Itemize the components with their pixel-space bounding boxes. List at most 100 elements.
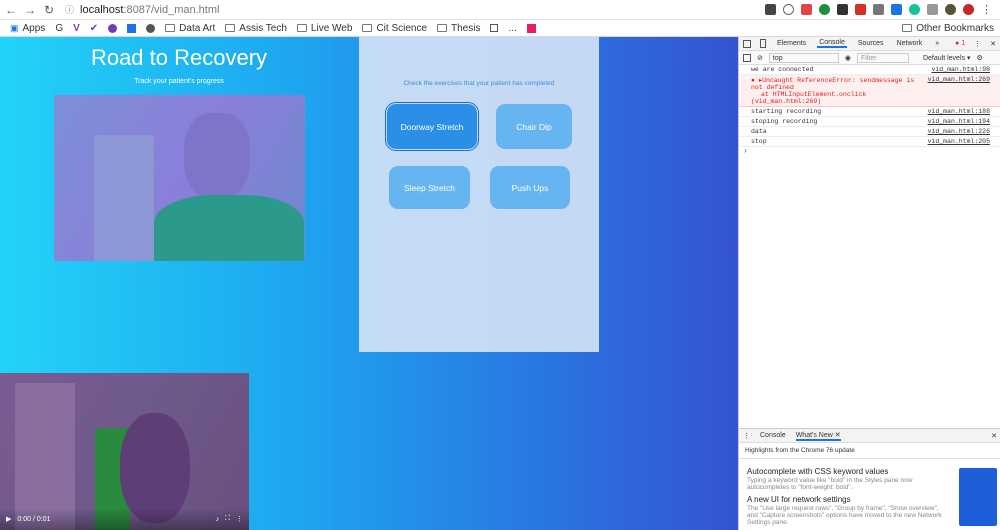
bookmark-label: Apps bbox=[22, 22, 46, 34]
extension-icon[interactable] bbox=[855, 4, 866, 15]
error-badge[interactable]: ● 1 bbox=[955, 40, 965, 47]
console-message: starting recording vid_man.html:188 bbox=[739, 107, 1000, 117]
close-drawer-icon[interactable]: ✕ bbox=[991, 432, 997, 440]
bookmark-label: G bbox=[55, 22, 64, 34]
log-stack-trace: at HTMLInputElement.onclick (vid_man.htm… bbox=[751, 91, 867, 105]
error-icon: ● bbox=[955, 40, 960, 47]
tab-console[interactable]: Console bbox=[817, 39, 847, 48]
log-source-link[interactable]: vid_man.html:98 bbox=[931, 66, 990, 73]
more-options-icon[interactable]: ⋮ bbox=[236, 515, 243, 523]
bookmark-folder-assis-tech[interactable]: Assis Tech bbox=[225, 23, 287, 34]
extension-icon[interactable] bbox=[927, 4, 938, 15]
devtools-tabs: Elements Console Sources Network » ● 1 ⋮… bbox=[739, 37, 1000, 51]
clear-console-icon[interactable]: ⊘ bbox=[757, 54, 763, 62]
log-text: stop bbox=[751, 138, 767, 145]
bookmark-other[interactable]: Other Bookmarks bbox=[902, 23, 994, 34]
console-prompt[interactable]: › bbox=[739, 147, 1000, 156]
context-select[interactable]: top bbox=[768, 52, 839, 63]
log-source-link[interactable]: vid_man.html:205 bbox=[928, 138, 990, 145]
bookmark-more[interactable]: ... bbox=[508, 23, 516, 34]
devtools-menu-icon[interactable]: ⋮ bbox=[974, 40, 981, 48]
tab-more[interactable]: » bbox=[933, 40, 941, 47]
folder-icon bbox=[225, 24, 236, 32]
bookmark-label: Data Art bbox=[179, 22, 216, 34]
browser-toolbar: ← → ↻ ⓘ localhost:8087/vid_man.html ⋮ bbox=[0, 0, 1000, 20]
info-icon: ⓘ bbox=[65, 5, 75, 15]
log-text: data bbox=[751, 128, 767, 135]
push-ups-button[interactable]: Push Ups bbox=[490, 166, 570, 209]
camera-icon[interactable] bbox=[765, 4, 776, 15]
inspect-icon[interactable] bbox=[743, 39, 751, 48]
extension-icon[interactable] bbox=[837, 4, 848, 15]
bookmark-apps[interactable]: ▣ Apps bbox=[10, 23, 45, 34]
bookmark-icon[interactable] bbox=[127, 23, 137, 33]
log-text[interactable]: ▸Uncaught ReferenceError: sendmessage is… bbox=[751, 77, 914, 91]
drawer-tab-whats-new[interactable]: What's New ✕ bbox=[795, 431, 841, 441]
device-toolbar-icon[interactable] bbox=[760, 39, 766, 48]
extension-icon[interactable] bbox=[963, 4, 974, 15]
settings-gear-icon[interactable]: ⚙ bbox=[976, 54, 982, 62]
bookmark-icon[interactable]: ✔ bbox=[90, 23, 98, 34]
log-text: we are connected bbox=[751, 66, 814, 73]
bookmark-icon[interactable] bbox=[490, 24, 499, 32]
star-icon[interactable] bbox=[783, 4, 794, 15]
forward-icon[interactable]: → bbox=[22, 2, 38, 18]
extension-pocket-icon[interactable] bbox=[801, 4, 812, 15]
drawer-menu-icon[interactable]: ⋮ bbox=[743, 432, 750, 440]
sleep-stretch-button[interactable]: Sleep Stretch bbox=[389, 166, 470, 209]
extension-icon[interactable] bbox=[873, 4, 884, 15]
web-page: Road to Recovery Track your patient's pr… bbox=[0, 37, 738, 530]
menu-icon[interactable]: ⋮ bbox=[981, 3, 992, 16]
bookmark-icon[interactable] bbox=[526, 23, 536, 33]
volume-icon[interactable]: ♪ bbox=[216, 516, 220, 523]
log-source-link[interactable]: vid_man.html:226 bbox=[928, 128, 990, 135]
video-time: 0:00 / 0:01 bbox=[17, 515, 51, 523]
tab-network[interactable]: Network bbox=[895, 40, 925, 47]
play-icon[interactable]: ▶ bbox=[6, 515, 11, 523]
console-message: stop vid_man.html:205 bbox=[739, 137, 1000, 147]
bookmark-folder-live-web[interactable]: Live Web bbox=[296, 22, 353, 34]
console-message: data vid_man.html:226 bbox=[739, 127, 1000, 137]
avatar[interactable] bbox=[945, 4, 956, 15]
doorway-stretch-button[interactable]: Doorway Stretch bbox=[385, 102, 479, 151]
log-source-link[interactable]: vid_man.html:194 bbox=[928, 118, 990, 125]
bookmark-icon[interactable] bbox=[146, 23, 156, 33]
log-source-link[interactable]: vid_man.html:188 bbox=[928, 108, 990, 115]
extension-icon[interactable] bbox=[891, 4, 902, 15]
webcam-video[interactable] bbox=[54, 95, 305, 261]
tab-elements[interactable]: Elements bbox=[775, 40, 808, 47]
close-icon[interactable]: ✕ bbox=[835, 432, 841, 439]
eye-icon[interactable]: ◉ bbox=[845, 54, 851, 62]
log-text: stoping recording bbox=[751, 118, 818, 125]
exercise-panel: Check the exercises that your patient ha… bbox=[359, 37, 599, 352]
grammarly-icon[interactable] bbox=[909, 4, 920, 15]
filter-input[interactable]: Filter bbox=[856, 52, 909, 63]
tab-sources[interactable]: Sources bbox=[856, 40, 886, 47]
bookmark-g[interactable]: G bbox=[55, 23, 63, 34]
log-text: starting recording bbox=[751, 108, 822, 115]
bookmark-icon[interactable]: V bbox=[73, 23, 80, 34]
folder-icon bbox=[165, 24, 176, 32]
url-host: localhost bbox=[80, 3, 124, 16]
devtools-drawer: ⋮ Console What's New ✕ ✕ Highlights from… bbox=[739, 428, 1000, 530]
bookmark-folder-data-art[interactable]: Data Art bbox=[165, 23, 215, 34]
extension-icon[interactable] bbox=[819, 4, 830, 15]
drawer-tab-console[interactable]: Console bbox=[760, 432, 786, 439]
levels-select[interactable]: Default levels ▾ bbox=[923, 54, 971, 62]
back-icon[interactable]: ← bbox=[3, 2, 19, 18]
reload-icon[interactable]: ↻ bbox=[41, 2, 57, 18]
sidebar-toggle-icon[interactable] bbox=[743, 53, 751, 62]
chrome-logo-image bbox=[959, 468, 997, 526]
fullscreen-icon[interactable]: ⛶ bbox=[225, 515, 230, 523]
log-source-link[interactable]: vid_man.html:269 bbox=[928, 76, 990, 105]
bookmark-folder-thesis[interactable]: Thesis bbox=[437, 23, 480, 34]
bookmark-label: Live Web bbox=[310, 22, 353, 34]
recorded-video-player[interactable]: ▶ 0:00 / 0:01 ♪ ⛶ ⋮ bbox=[0, 373, 249, 530]
video-frame-person bbox=[184, 113, 250, 201]
chair-dip-button[interactable]: Chair Dip bbox=[496, 104, 572, 149]
bookmark-icon[interactable] bbox=[108, 23, 118, 33]
close-icon[interactable]: ✕ bbox=[990, 40, 996, 48]
address-bar[interactable]: ⓘ localhost:8087/vid_man.html bbox=[65, 3, 765, 16]
bookmark-folder-cit-science[interactable]: Cit Science bbox=[362, 23, 427, 34]
panel-instructions: Check the exercises that your patient ha… bbox=[403, 80, 555, 87]
